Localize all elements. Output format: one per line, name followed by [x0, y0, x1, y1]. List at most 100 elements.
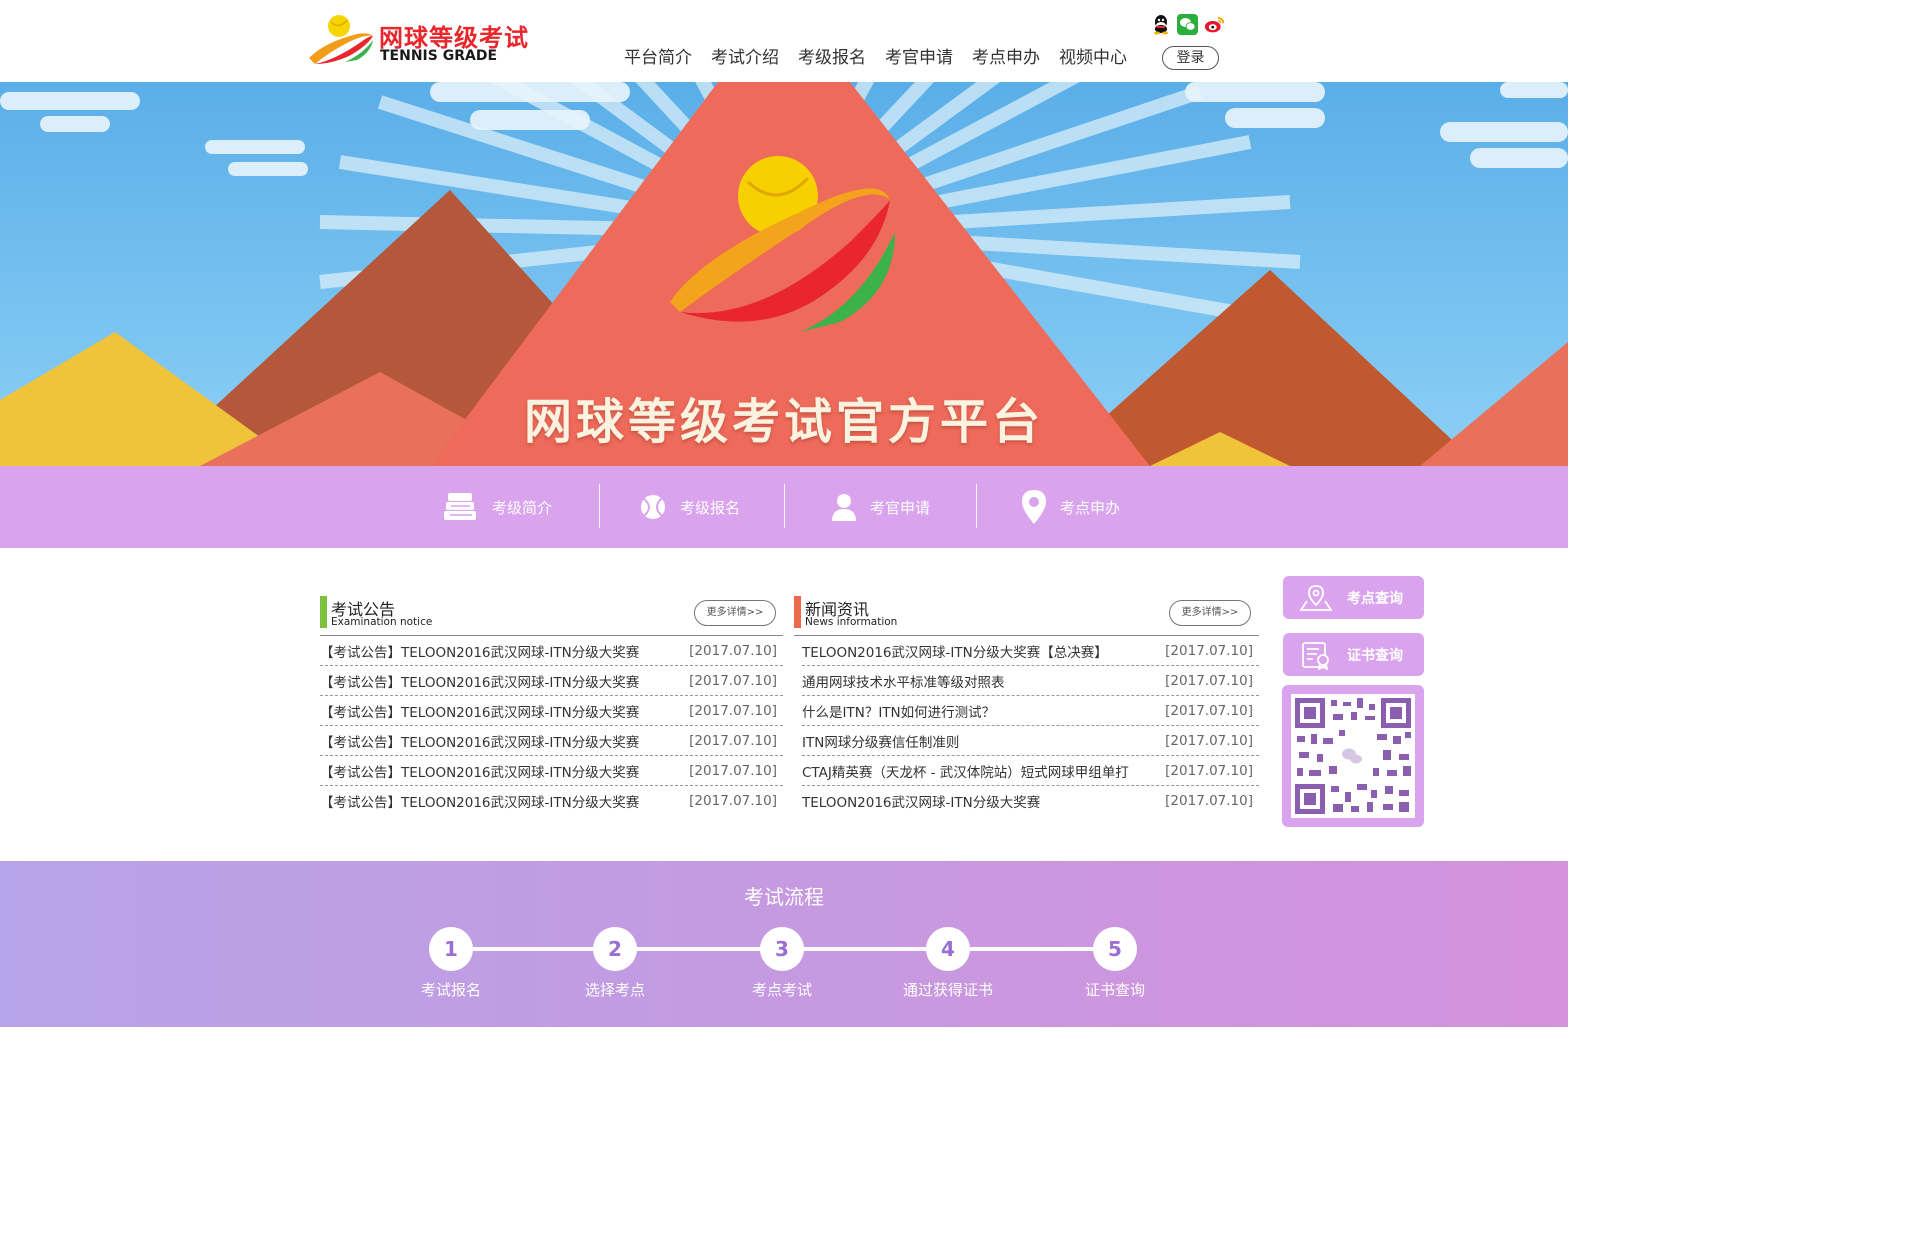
item-date: [2017.07.10]	[1165, 642, 1253, 659]
quick-link-label: 考级报名	[680, 498, 741, 517]
nav-grade-registration[interactable]: 考级报名	[798, 44, 866, 72]
list-item[interactable]: 【考试公告】TELOON2016武汉网球-ITN分级大奖赛 [2017.07.10…	[320, 726, 783, 756]
process-step-2-label: 选择考点	[584, 981, 645, 999]
button-label: 考点查询	[1347, 590, 1403, 607]
quick-link-exam-site[interactable]: 考点申办	[1022, 466, 1120, 548]
quick-link-examiner[interactable]: 考官申请	[832, 466, 930, 548]
weibo-icon[interactable]	[1204, 14, 1225, 35]
exam-notice-panel: 考试公告 Examination notice 更多详情>> 【考试公告】TEL…	[320, 590, 783, 816]
process-step-3: 3	[760, 927, 804, 971]
section-subtitle: Examination notice	[331, 616, 433, 628]
item-date: [2017.07.10]	[1165, 672, 1253, 689]
tennis-ball-icon	[640, 494, 666, 520]
item-date: [2017.07.10]	[1165, 793, 1253, 809]
nav-platform-intro[interactable]: 平台简介	[624, 44, 692, 72]
exam-process-section: 考试流程 1 考试报名 2 选择考点 3 考点考试 4 通过获得证书 5 证书查…	[0, 861, 1568, 1027]
qr-code-panel	[1282, 685, 1424, 827]
quick-link-grade-intro[interactable]: 考级简介	[442, 466, 552, 548]
qr-code-icon	[1291, 694, 1415, 818]
item-date: [2017.07.10]	[1165, 762, 1253, 779]
button-label: 证书查询	[1347, 647, 1403, 664]
quick-link-label: 考级简介	[492, 498, 553, 517]
item-date: [2017.07.10]	[689, 672, 777, 689]
quick-link-label: 考点申办	[1060, 498, 1121, 517]
list-item[interactable]: 通用网球技术水平标准等级对照表 [2017.07.10]	[802, 666, 1259, 696]
item-title: CTAJ精英赛（天龙杯 - 武汉体院站）短式网球甲组单打	[802, 764, 1129, 781]
site-header: 网球等级考试 TENNIS GRADE 平台简介 考试介绍 考级报名 考官申请 …	[0, 0, 1568, 82]
site-logo[interactable]: 网球等级考试 TENNIS GRADE	[305, 12, 545, 68]
logo-mark-icon	[309, 15, 373, 64]
divider	[976, 484, 977, 528]
list-item[interactable]: 【考试公告】TELOON2016武汉网球-ITN分级大奖赛 [2017.07.10…	[320, 786, 783, 816]
news-header: 新闻资讯 News information 更多详情>>	[794, 590, 1259, 636]
section-subtitle: News information	[805, 616, 898, 628]
exam-notice-header: 考试公告 Examination notice 更多详情>>	[320, 590, 783, 636]
item-title: ITN网球分级赛信任制准则	[802, 734, 960, 751]
item-date: [2017.07.10]	[689, 762, 777, 779]
nav-exam-site-application[interactable]: 考点申办	[972, 44, 1040, 72]
process-step-4: 4	[926, 927, 970, 971]
item-title: 什么是ITN？ITN如何进行测试？	[802, 704, 996, 721]
item-title: 【考试公告】TELOON2016武汉网球-ITN分级大奖赛	[320, 764, 640, 781]
item-date: [2017.07.10]	[689, 642, 777, 659]
wechat-icon[interactable]	[1177, 14, 1198, 35]
item-date: [2017.07.10]	[689, 732, 777, 749]
location-pin-icon	[1022, 490, 1046, 524]
item-date: [2017.07.10]	[689, 793, 777, 809]
list-item[interactable]: 【考试公告】TELOON2016武汉网球-ITN分级大奖赛 [2017.07.10…	[320, 666, 783, 696]
list-item[interactable]: CTAJ精英赛（天龙杯 - 武汉体院站）短式网球甲组单打 [2017.07.10]	[802, 756, 1259, 786]
accent-bar	[794, 596, 801, 628]
divider	[784, 484, 785, 528]
item-date: [2017.07.10]	[1165, 732, 1253, 749]
login-button[interactable]: 登录	[1162, 46, 1219, 70]
list-item[interactable]: 什么是ITN？ITN如何进行测试？ [2017.07.10]	[802, 696, 1259, 726]
item-title: 【考试公告】TELOON2016武汉网球-ITN分级大奖赛	[320, 734, 640, 751]
list-item[interactable]: ITN网球分级赛信任制准则 [2017.07.10]	[802, 726, 1259, 756]
news-list: TELOON2016武汉网球-ITN分级大奖赛【总决赛】 [2017.07.10]…	[794, 636, 1259, 816]
more-details-button[interactable]: 更多详情>>	[694, 600, 776, 626]
social-links	[1150, 14, 1225, 35]
notice-list: 【考试公告】TELOON2016武汉网球-ITN分级大奖赛 [2017.07.10…	[320, 636, 783, 816]
nav-examiner-application[interactable]: 考官申请	[885, 44, 953, 72]
list-item[interactable]: TELOON2016武汉网球-ITN分级大奖赛【总决赛】 [2017.07.10]	[802, 636, 1259, 666]
accent-bar	[320, 596, 327, 628]
item-title: 通用网球技术水平标准等级对照表	[802, 674, 1005, 691]
item-date: [2017.07.10]	[1165, 702, 1253, 719]
books-icon	[442, 491, 478, 523]
user-icon	[832, 493, 856, 521]
banner-title: 网球等级考试官方平台	[523, 394, 1044, 450]
news-panel: 新闻资讯 News information 更多详情>> TELOON2016武…	[794, 590, 1259, 816]
process-step-1-label: 考试报名	[420, 981, 481, 999]
nav-video-center[interactable]: 视频中心	[1059, 44, 1127, 72]
list-item[interactable]: 【考试公告】TELOON2016武汉网球-ITN分级大奖赛 [2017.07.10…	[320, 636, 783, 666]
process-step-2: 2	[593, 927, 637, 971]
certificate-icon	[1299, 640, 1333, 670]
more-details-button[interactable]: 更多详情>>	[1169, 600, 1251, 626]
list-item[interactable]: 【考试公告】TELOON2016武汉网球-ITN分级大奖赛 [2017.07.10…	[320, 696, 783, 726]
item-title: 【考试公告】TELOON2016武汉网球-ITN分级大奖赛	[320, 674, 640, 691]
exam-site-query-button[interactable]: 考点查询	[1283, 576, 1424, 619]
list-item[interactable]: TELOON2016武汉网球-ITN分级大奖赛 [2017.07.10]	[802, 786, 1259, 816]
divider	[599, 484, 600, 528]
list-item[interactable]: 【考试公告】TELOON2016武汉网球-ITN分级大奖赛 [2017.07.10…	[320, 756, 783, 786]
item-date: [2017.07.10]	[689, 702, 777, 719]
item-title: TELOON2016武汉网球-ITN分级大奖赛【总决赛】	[802, 644, 1108, 661]
quick-link-label: 考官申请	[870, 498, 931, 517]
qq-icon[interactable]	[1150, 14, 1171, 35]
main-nav: 平台简介 考试介绍 考级报名 考官申请 考点申办 视频中心	[624, 44, 1146, 72]
item-title: TELOON2016武汉网球-ITN分级大奖赛	[802, 795, 1041, 811]
logo-text-en: TENNIS GRADE	[380, 48, 498, 64]
map-pin-icon	[1299, 584, 1333, 612]
certificate-query-button[interactable]: 证书查询	[1283, 633, 1424, 676]
quick-link-registration[interactable]: 考级报名	[640, 466, 740, 548]
item-title: 【考试公告】TELOON2016武汉网球-ITN分级大奖赛	[320, 795, 640, 811]
process-step-5-label: 证书查询	[1084, 981, 1145, 999]
process-title: 考试流程	[744, 885, 824, 909]
process-step-4-label: 通过获得证书	[902, 981, 993, 999]
item-title: 【考试公告】TELOON2016武汉网球-ITN分级大奖赛	[320, 644, 640, 661]
process-step-5: 5	[1093, 927, 1137, 971]
hero-banner: 网球等级考试官方平台	[0, 82, 1568, 466]
item-title: 【考试公告】TELOON2016武汉网球-ITN分级大奖赛	[320, 704, 640, 721]
quick-links-bar: 考级简介 考级报名 考官申请 考点申办	[0, 466, 1568, 548]
nav-exam-intro[interactable]: 考试介绍	[711, 44, 779, 72]
